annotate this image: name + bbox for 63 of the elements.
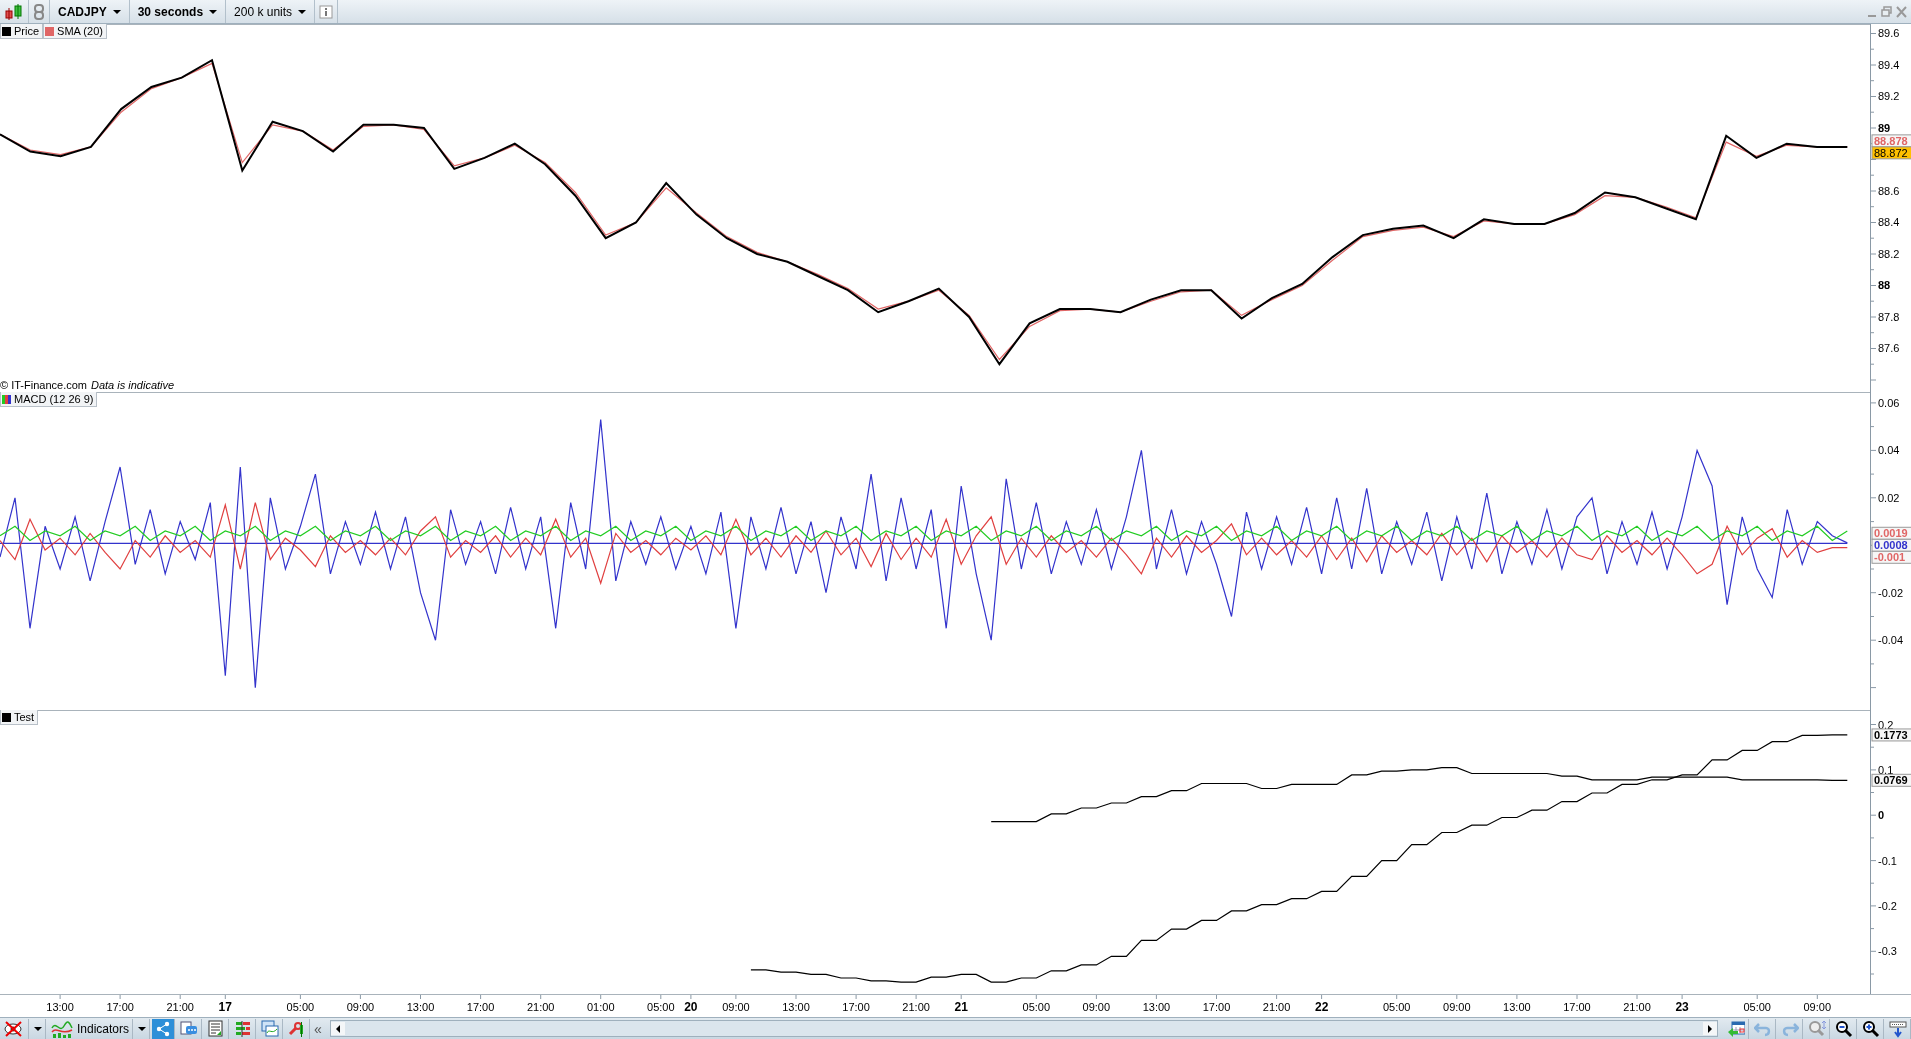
axis-label: 89.6: [1878, 27, 1900, 40]
axis-label: 17:00: [106, 1001, 134, 1013]
axis-label: 20: [684, 1000, 698, 1014]
axis-label: 89: [1878, 121, 1891, 134]
legend-label: SMA (20): [57, 25, 103, 37]
axis-label: 09:00: [346, 1001, 375, 1013]
axis-label: 89.2: [1878, 90, 1900, 103]
axis-label: 01:00: [587, 1001, 615, 1013]
axis-label: 21:00: [902, 1001, 930, 1013]
value-tag: 0.0008: [1871, 538, 1911, 552]
axis-label: 0.2: [1878, 718, 1894, 731]
axis-label: 21:00: [1262, 1001, 1291, 1013]
axis-label: 88.4: [1878, 216, 1900, 229]
axis-label: 88.6: [1878, 184, 1900, 197]
legend-label: Price: [14, 25, 40, 37]
axis-label: 21:00: [166, 1001, 194, 1013]
axis-label: 17:00: [1563, 1001, 1591, 1013]
axis-label: 21: [954, 1000, 968, 1014]
axis-label: 09:00: [1443, 1001, 1471, 1013]
copyright-text: © IT-Finance.com: [0, 379, 87, 391]
axis-label: 05:00: [1382, 1001, 1411, 1013]
axis-label: 05:00: [647, 1001, 675, 1013]
axis-label: 88: [1878, 279, 1891, 292]
value-tag: 0.1773: [1871, 728, 1911, 742]
axis-label: -0.04: [1878, 634, 1904, 647]
value-tag: 88.878: [1871, 134, 1911, 148]
axis-label: 87.6: [1878, 342, 1900, 355]
axis-label: 09:00: [1803, 1001, 1831, 1013]
axis-label: 88.2: [1878, 247, 1900, 260]
axis-label: 0: [1878, 809, 1885, 822]
price-tag: 88.872: [1871, 146, 1911, 160]
axis-label: 0.06: [1878, 396, 1900, 409]
value-tag: 0.0019: [1871, 526, 1911, 540]
axis-label: 05:00: [1022, 1001, 1051, 1013]
axis-label: 0.04: [1878, 444, 1900, 457]
axis-label: 13:00: [406, 1001, 435, 1013]
axis-label: 0.1: [1878, 763, 1894, 776]
axis-label: 05:00: [286, 1001, 315, 1013]
axis-label: 17: [218, 1000, 232, 1014]
axis-label: 0.02: [1878, 491, 1900, 504]
axis-label: 13:00: [46, 1001, 74, 1013]
axis-label: 13:00: [782, 1001, 810, 1013]
axis-label: 17:00: [1202, 1001, 1231, 1013]
axis-label: 87.8: [1878, 310, 1900, 323]
axis-label: 17:00: [466, 1001, 495, 1013]
axis-label: -0.1: [1878, 854, 1897, 867]
axis-label: 22: [1314, 1000, 1329, 1014]
axis-label: 09:00: [722, 1001, 750, 1013]
axis-label: 89.4: [1878, 58, 1900, 71]
axis-label: 21:00: [1623, 1001, 1651, 1013]
axis-label: 17:00: [842, 1001, 870, 1013]
value-tag: 0.0769: [1871, 773, 1911, 787]
axis-label: 13:00: [1503, 1001, 1531, 1013]
axis-label: -0.02: [1878, 586, 1904, 599]
value-tag: -0.001: [1871, 550, 1911, 564]
axis-label: 13:00: [1142, 1001, 1171, 1013]
axis-label: -0.2: [1878, 899, 1897, 912]
axis-label: 21:00: [526, 1001, 555, 1013]
axis-label: 23: [1675, 1000, 1689, 1014]
disclaimer-text: Data is indicative: [90, 379, 175, 391]
axis-label: 09:00: [1082, 1001, 1111, 1013]
axis-label: 05:00: [1743, 1001, 1771, 1013]
axis-label: -0.3: [1878, 945, 1897, 958]
